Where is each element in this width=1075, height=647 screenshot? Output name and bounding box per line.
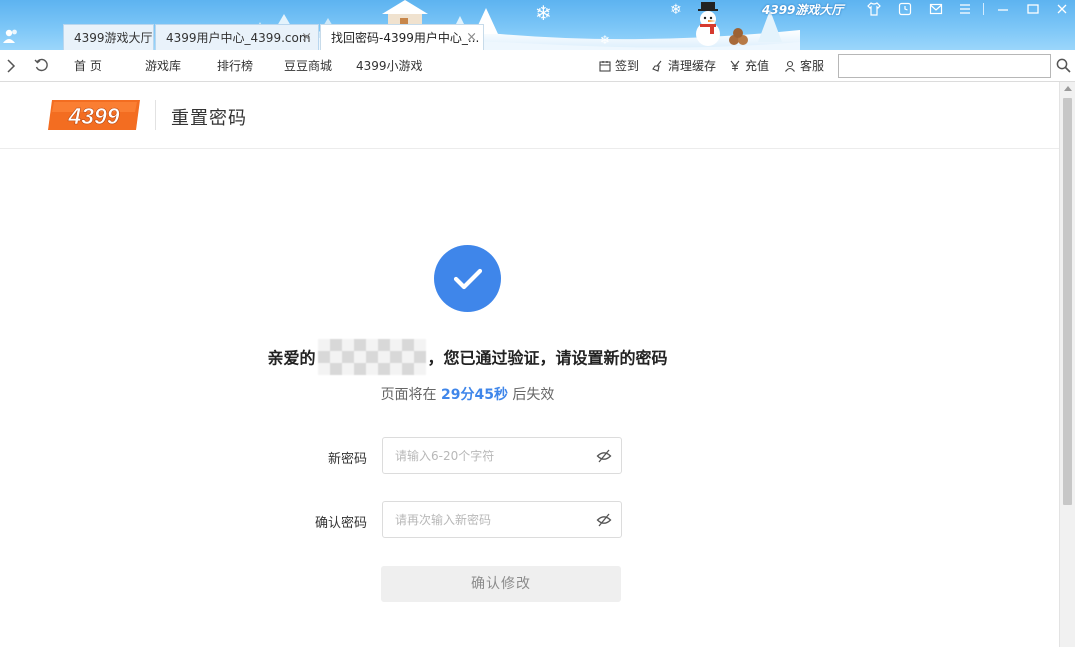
header-divider [155,100,156,130]
nav-link-game-library[interactable]: 游戏库 [145,58,181,74]
tab-close-icon[interactable]: × [466,25,477,50]
close-icon[interactable] [1051,0,1073,18]
title-bar: ❄ ❄ ❄ 4399游戏大厅 4399游戏大厅 4399用户中心_4399.co… [0,0,1075,50]
browser-window: ❄ ❄ ❄ 4399游戏大厅 4399游戏大厅 4399用户中心_4399.co… [0,0,1075,647]
user-icon [785,60,795,72]
tab-password-recovery[interactable]: 找回密码-4399用户中心_... × [320,24,484,50]
new-password-label: 新密码 [327,452,367,467]
tab-label: 4399用户中心_4399.com [166,31,311,45]
scroll-up-arrow-icon[interactable] [1064,86,1072,91]
menu-icon[interactable] [954,0,976,18]
svg-text:❄: ❄ [600,33,610,47]
calendar-icon [599,61,611,72]
nav-link-ranking[interactable]: 排行榜 [217,58,253,74]
search-icon[interactable] [1056,58,1071,73]
confirm-change-button[interactable]: 确认修改 [381,566,621,602]
broom-icon [652,60,662,72]
confirm-password-label: 确认密码 [314,516,367,531]
shirt-icon[interactable] [863,0,885,18]
recharge-button[interactable]: 充值 [729,57,769,75]
tab-user-center[interactable]: 4399用户中心_4399.com × [155,24,319,50]
countdown-suffix: 后失效 [507,387,555,403]
user-group-icon[interactable] [2,27,20,45]
logo-text: 4399 [67,103,119,129]
clear-cache-label: 清理缓存 [668,59,717,73]
refresh-icon[interactable] [34,58,49,73]
masked-username [317,339,426,375]
confirm-password-field-wrapper [382,501,622,538]
svg-text:❄: ❄ [535,1,552,25]
success-check-icon [434,245,501,312]
navigation-bar: 首 页 游戏库 排行榜 豆豆商城 4399小游戏 签到 清理缓存 充值 客服 [0,50,1075,82]
svg-text:❄: ❄ [670,2,682,18]
mail-icon[interactable] [925,0,947,18]
tab-close-icon[interactable]: × [301,25,312,50]
tab-label: 4399游戏大厅 [74,31,153,45]
confirm-password-input[interactable] [395,502,585,537]
greeting-suffix: ，您已通过验证，请设置新的密码 [427,348,668,368]
clock-icon[interactable] [894,0,916,18]
page-header: 4399 重置密码 [0,82,1059,149]
tab-game-hall[interactable]: 4399游戏大厅 [63,24,154,50]
clear-cache-button[interactable]: 清理缓存 [652,57,716,75]
greeting-prefix: 亲爱的 [267,348,316,368]
maximize-icon[interactable] [1022,0,1044,18]
eye-hidden-icon[interactable] [596,448,612,464]
eye-hidden-icon[interactable] [596,512,612,528]
countdown-value: 29分45秒 [441,387,508,403]
new-password-input[interactable] [395,438,585,473]
title-separator [983,3,984,15]
greeting-message: 亲爱的 ，您已通过验证，请设置新的密码 [0,339,935,377]
nav-link-mini-games[interactable]: 4399小游戏 [356,58,423,74]
tab-label: 找回密码-4399用户中心_... [331,31,480,45]
recharge-label: 充值 [745,59,770,73]
brand-logo[interactable]: 4399 [46,98,142,132]
scroll-thumb[interactable] [1063,98,1072,505]
customer-service-label: 客服 [800,59,825,73]
app-brand: 4399游戏大厅 [762,3,844,17]
nav-link-doudou-mall[interactable]: 豆豆商城 [284,58,332,74]
yen-icon [730,60,740,71]
nav-link-home[interactable]: 首 页 [74,58,102,74]
address-input[interactable] [838,54,1051,78]
customer-service-button[interactable]: 客服 [784,57,824,75]
countdown-prefix: 页面将在 [380,387,442,403]
page-content: 4399 重置密码 亲爱的 ，您已通过验证，请设置新的密码 页面将在 29分45秒… [0,82,1059,647]
new-password-field-wrapper [382,437,622,474]
minimize-icon[interactable] [992,0,1014,18]
page-title: 重置密码 [171,108,247,129]
sign-in-button[interactable]: 签到 [599,57,639,75]
expiry-countdown: 页面将在 29分45秒 后失效 [0,384,935,404]
forward-icon[interactable] [6,59,16,73]
sign-in-label: 签到 [615,59,640,73]
vertical-scrollbar[interactable] [1059,82,1075,647]
